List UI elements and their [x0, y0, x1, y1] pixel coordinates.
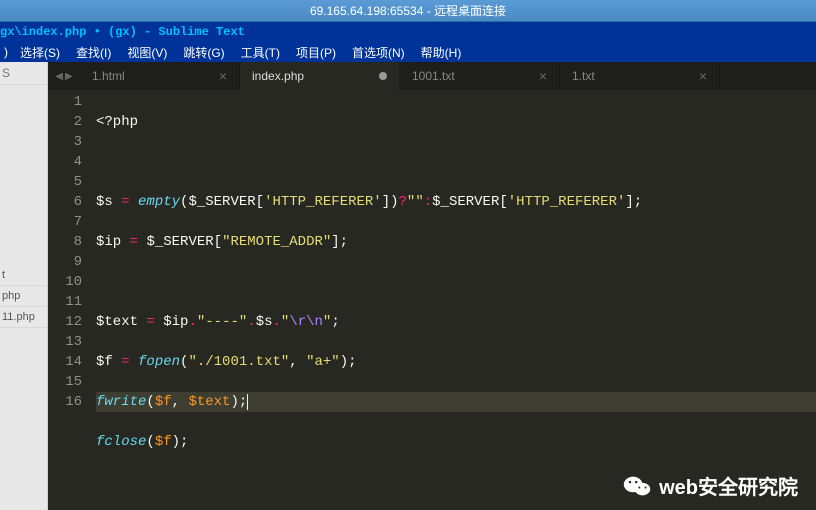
main-area: S t php 11.php ◀ ▶ 1.html × index.php 10… [0, 62, 816, 510]
close-icon[interactable]: × [539, 68, 547, 84]
code-line-9: fclose($f); [96, 432, 816, 452]
close-icon[interactable]: × [219, 68, 227, 84]
rdp-title-bar: 69.165.64.198:65534 - 远程桌面连接 [0, 0, 816, 22]
gutter-line: 1 [48, 92, 82, 112]
tab-label: 1001.txt [412, 69, 455, 83]
menu-prefs[interactable]: 首选项(N) [348, 44, 409, 61]
gutter-line: 5 [48, 172, 82, 192]
code-line-6: $text = $ip."----".$s."\r\n"; [96, 312, 816, 332]
sidebar-folders-header: S [0, 62, 47, 85]
sidebar: S t php 11.php [0, 62, 48, 510]
code-line-5 [96, 272, 816, 292]
sublime-title-text: gx\index.php • (gx) - Sublime Text [0, 25, 245, 39]
dirty-dot-icon[interactable] [379, 72, 387, 80]
menu-bar: ) 选择(S) 查找(I) 视图(V) 跳转(G) 工具(T) 项目(P) 首选… [0, 42, 816, 62]
gutter-line: 13 [48, 332, 82, 352]
tab-label: 1.html [92, 69, 125, 83]
code-line-8: fwrite($f, $text); [96, 392, 816, 412]
gutter-line: 10 [48, 272, 82, 292]
tab-prev-icon[interactable]: ◀ [55, 71, 63, 82]
tab-1001txt[interactable]: 1001.txt × [400, 62, 560, 90]
watermark-text: web安全研究院 [659, 471, 798, 500]
code-line-4: $ip = $_SERVER["REMOTE_ADDR"]; [96, 232, 816, 252]
code-line-7: $f = fopen("./1001.txt", "a+"); [96, 352, 816, 372]
close-icon[interactable]: × [699, 68, 707, 84]
gutter-line: 3 [48, 132, 82, 152]
gutter: 1 2 3 4 5 6 7 8 9 10 11 12 13 14 15 16 [48, 90, 90, 510]
sidebar-file-3[interactable]: 11.php [0, 307, 47, 328]
rdp-title-text: 69.165.64.198:65534 - 远程桌面连接 [310, 2, 506, 19]
menu-project[interactable]: 项目(P) [292, 44, 340, 61]
tab-1txt[interactable]: 1.txt × [560, 62, 720, 90]
code-line-2 [96, 152, 816, 172]
tab-indexphp[interactable]: index.php [240, 62, 400, 90]
tab-bar: ◀ ▶ 1.html × index.php 1001.txt × 1.txt … [48, 62, 816, 90]
text-cursor [247, 394, 248, 410]
menu-sep: ) [4, 45, 8, 59]
menu-select[interactable]: 选择(S) [16, 44, 64, 61]
menu-view[interactable]: 视图(V) [123, 44, 171, 61]
tab-label: index.php [252, 69, 304, 83]
gutter-line: 11 [48, 292, 82, 312]
gutter-line: 16 [48, 392, 82, 412]
sidebar-spacer [0, 85, 47, 265]
wechat-icon [623, 474, 651, 498]
editor-area: ◀ ▶ 1.html × index.php 1001.txt × 1.txt … [48, 62, 816, 510]
code-area[interactable]: 1 2 3 4 5 6 7 8 9 10 11 12 13 14 15 16 <… [48, 90, 816, 510]
gutter-line: 15 [48, 372, 82, 392]
tab-1html[interactable]: 1.html × [80, 62, 240, 90]
gutter-line: 4 [48, 152, 82, 172]
menu-tools[interactable]: 工具(T) [237, 44, 284, 61]
tab-next-icon[interactable]: ▶ [65, 71, 73, 82]
menu-find[interactable]: 查找(I) [72, 44, 115, 61]
menu-goto[interactable]: 跳转(G) [179, 44, 228, 61]
gutter-line: 7 [48, 212, 82, 232]
sublime-title-bar: gx\index.php • (gx) - Sublime Text [0, 22, 816, 42]
gutter-line: 12 [48, 312, 82, 332]
code-line-1: <?php [96, 112, 816, 132]
sidebar-file-2[interactable]: php [0, 286, 47, 307]
tab-nav[interactable]: ◀ ▶ [48, 62, 80, 90]
code-content[interactable]: <?php $s = empty($_SERVER['HTTP_REFERER'… [90, 90, 816, 510]
tab-label: 1.txt [572, 69, 595, 83]
watermark: web安全研究院 [623, 471, 798, 500]
gutter-line: 14 [48, 352, 82, 372]
sidebar-file-1[interactable]: t [0, 265, 47, 286]
menu-help[interactable]: 帮助(H) [417, 44, 466, 61]
gutter-line: 9 [48, 252, 82, 272]
gutter-line: 2 [48, 112, 82, 132]
code-line-3: $s = empty($_SERVER['HTTP_REFERER'])?"":… [96, 192, 816, 212]
gutter-line: 8 [48, 232, 82, 252]
gutter-line: 6 [48, 192, 82, 212]
